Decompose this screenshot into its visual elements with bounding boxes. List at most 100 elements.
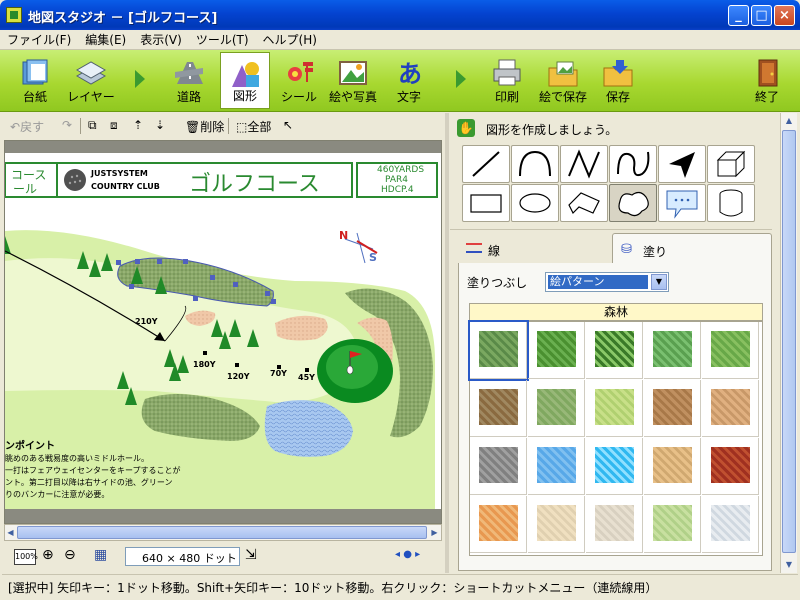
shape-cylinder-button[interactable] — [707, 184, 755, 222]
tab-line[interactable]: 線 — [458, 233, 612, 263]
tool-save-picture[interactable]: 絵で保存 — [538, 52, 588, 109]
redo-icon[interactable]: ↷ — [62, 118, 72, 132]
pattern-swatch[interactable] — [702, 380, 759, 437]
select-all-button[interactable]: ⬚全部 — [236, 118, 271, 135]
polygon-icon — [568, 192, 600, 215]
panel-scroll-thumb[interactable] — [782, 130, 796, 553]
zoom-out-icon[interactable]: ⊖ — [64, 547, 76, 563]
arc-icon — [519, 150, 551, 177]
point-line-1: 眺めのある戦易度の高いミドルホール。 — [5, 454, 149, 463]
shape-icon — [232, 62, 259, 87]
shape-freeform-button[interactable] — [609, 184, 657, 222]
main-toolbar: 台紙 レイヤー 道路 図形 シール 絵や写真 あ 文字 印刷 絵で保存 保存 終… — [0, 50, 800, 112]
group-icon[interactable]: ⧉ — [88, 118, 97, 133]
scroll-thumb[interactable] — [17, 526, 427, 539]
send-back-icon[interactable]: ⇣ — [155, 118, 165, 132]
pattern-texture — [711, 389, 750, 425]
shape-box-button[interactable] — [707, 145, 755, 183]
horizontal-scrollbar[interactable]: ◀ ▶ — [4, 524, 442, 541]
grid-icon[interactable]: ▦ — [94, 547, 107, 563]
pattern-swatch[interactable] — [470, 380, 527, 437]
pattern-swatch[interactable] — [528, 380, 585, 437]
pattern-swatch[interactable] — [702, 322, 759, 379]
fill-type-select[interactable]: 絵パターン ▼ — [545, 272, 669, 292]
minimize-button[interactable]: _ — [728, 5, 749, 26]
pattern-swatch[interactable] — [528, 438, 585, 495]
menu-tools[interactable]: ツール(T) — [189, 30, 256, 49]
scroll-left-icon[interactable]: ◀ — [5, 526, 16, 539]
tool-shape[interactable]: 図形 — [220, 52, 270, 109]
tool-sticker[interactable]: シール — [274, 52, 324, 109]
pattern-swatch[interactable] — [586, 322, 643, 379]
tool-board[interactable]: 台紙 — [10, 52, 60, 109]
shape-ellipse-button[interactable] — [511, 184, 559, 222]
shape-polygon-button[interactable] — [560, 184, 608, 222]
undo-button[interactable]: ↶戻す — [10, 118, 44, 135]
shape-callout-button[interactable] — [658, 184, 706, 222]
canvas-area[interactable]: コース ール JUSTSYSTEM COUNTRY CLUB ゴルフコース 46… — [4, 140, 442, 524]
pattern-swatch[interactable] — [470, 496, 527, 553]
shape-arc-button[interactable] — [511, 145, 559, 183]
fill-tab-body: 塗りつぶし 絵パターン ▼ 森林 — [458, 263, 772, 571]
pattern-swatch[interactable] — [644, 496, 701, 553]
menu-bar: ファイル(F) 編集(E) 表示(V) ツール(T) ヘルプ(H) — [0, 30, 800, 50]
page-nav-icon[interactable]: ◂ ● ▸ — [395, 549, 420, 560]
menu-edit[interactable]: 編集(E) — [78, 30, 133, 49]
tool-text[interactable]: あ 文字 — [384, 52, 434, 109]
menu-help[interactable]: ヘルプ(H) — [256, 30, 324, 49]
save-picture-icon — [548, 61, 578, 87]
edit-toolbar: ↶戻す ↷ ⧉ ⧈ ⇡ ⇣ 🗑削除 ⬚全部 ↖ — [0, 113, 445, 139]
map-canvas[interactable]: コース ール JUSTSYSTEM COUNTRY CLUB ゴルフコース 46… — [5, 141, 441, 509]
scroll-up-icon[interactable]: ▲ — [782, 113, 796, 128]
tool-shape-label: 図形 — [232, 89, 257, 103]
pattern-swatch[interactable] — [702, 496, 759, 553]
tool-picture[interactable]: 絵や写真 — [328, 52, 378, 109]
maximize-button[interactable]: □ — [751, 5, 772, 26]
shape-arrow-button[interactable] — [658, 145, 706, 183]
bring-front-icon[interactable]: ⇡ — [133, 118, 143, 132]
close-button[interactable]: × — [774, 5, 795, 26]
pattern-swatch[interactable] — [528, 322, 585, 379]
pattern-swatch[interactable] — [528, 496, 585, 553]
pattern-swatch[interactable] — [470, 438, 527, 495]
splitter[interactable] — [445, 113, 449, 573]
scroll-down-icon[interactable]: ▼ — [782, 557, 796, 572]
pattern-texture — [653, 331, 692, 367]
point-line-3: ント。第二打目以降は右サイドの池、グリーン — [5, 478, 173, 487]
tool-layer[interactable]: レイヤー — [66, 52, 116, 109]
hand-icon: ✋ — [457, 119, 475, 137]
window-title: 地図スタジオ － [ゴルフコース] — [28, 11, 218, 26]
zoom-100-button[interactable]: 100% — [14, 549, 38, 565]
delete-label: 削除 — [200, 120, 225, 134]
zoom-in-icon[interactable]: ⊕ — [42, 547, 54, 563]
pattern-swatch[interactable] — [644, 438, 701, 495]
menu-view[interactable]: 表示(V) — [133, 30, 189, 49]
tab-fill[interactable]: ⛁ 塗り — [612, 233, 772, 263]
tool-road[interactable]: 道路 — [164, 52, 214, 109]
ungroup-icon[interactable]: ⧈ — [110, 118, 118, 133]
delete-button[interactable]: 🗑削除 — [185, 118, 224, 135]
pattern-swatch[interactable] — [468, 320, 529, 381]
pattern-swatch[interactable] — [586, 438, 643, 495]
pattern-swatch[interactable] — [702, 438, 759, 495]
road-icon — [175, 62, 203, 84]
pattern-swatch[interactable] — [644, 322, 701, 379]
pattern-swatch[interactable] — [586, 496, 643, 553]
distance-45: 45Y — [298, 373, 315, 382]
menu-file[interactable]: ファイル(F) — [0, 30, 78, 49]
tool-print[interactable]: 印刷 — [482, 52, 532, 109]
scroll-right-icon[interactable]: ▶ — [429, 526, 440, 539]
shape-polyline-button[interactable] — [560, 145, 608, 183]
pointer-icon[interactable]: ↖ — [283, 118, 293, 132]
pattern-swatch[interactable] — [644, 380, 701, 437]
tool-exit[interactable]: 終了 — [742, 52, 792, 109]
shape-rectangle-button[interactable] — [462, 184, 510, 222]
fit-size-icon[interactable]: ⇲ — [245, 547, 257, 563]
shape-line-button[interactable] — [462, 145, 510, 183]
chevron-down-icon[interactable]: ▼ — [651, 274, 667, 290]
shape-curve-button[interactable] — [609, 145, 657, 183]
pattern-swatch[interactable] — [586, 380, 643, 437]
panel-scrollbar[interactable]: ▲ ▼ — [780, 113, 797, 573]
tool-save[interactable]: 保存 — [593, 52, 643, 109]
sticker-icon — [288, 62, 313, 82]
